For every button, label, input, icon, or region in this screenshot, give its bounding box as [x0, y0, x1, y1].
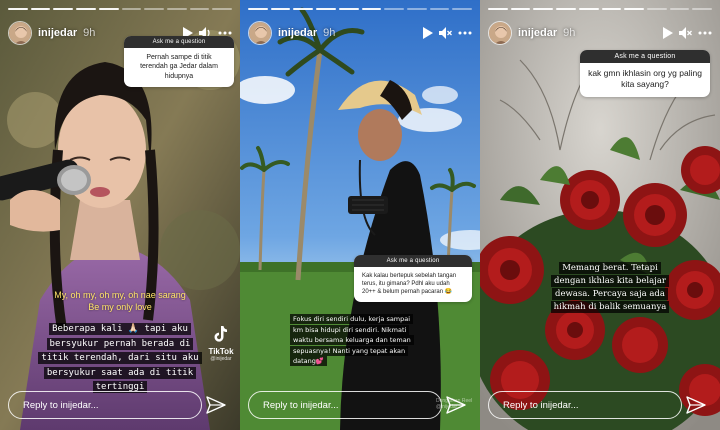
progress-bars [488, 8, 713, 10]
play-icon[interactable] [422, 27, 433, 39]
caption-line: sepuasnya! Nanti yang tepat akan [290, 345, 409, 356]
username[interactable]: inijedar [278, 27, 317, 39]
avatar[interactable] [248, 21, 272, 45]
progress-bar [533, 8, 554, 10]
more-options-icon[interactable] [458, 31, 472, 35]
caption-line: waktu bersama keluarga dan teman [290, 335, 414, 345]
progress-bar [624, 8, 644, 10]
progress-bar [601, 8, 622, 10]
story-header: inijedar 9h [488, 20, 712, 46]
progress-bar [384, 8, 404, 10]
username[interactable]: inijedar [518, 27, 557, 39]
progress-bar [361, 8, 382, 10]
story-time: 9h [83, 27, 96, 39]
lyric-line: My, oh my, oh my, oh nae sarang [54, 290, 186, 300]
progress-bar [248, 8, 268, 10]
progress-bar [510, 8, 531, 10]
question-sticker-header: Ask me a question [124, 36, 234, 48]
caption-line: hikmah di balik semuanya [550, 301, 670, 313]
story-panel-1[interactable]: inijedar 9h Ask me a question Pernah sam… [0, 0, 240, 430]
progress-bar [556, 8, 576, 10]
caption-line: Memang berat. Tetapi [559, 262, 661, 274]
story-time: 9h [563, 27, 576, 39]
lyrics-overlay: My, oh my, oh my, oh nae sarang Be my on… [10, 290, 230, 313]
muted-icon[interactable] [679, 27, 692, 39]
reply-input[interactable]: Reply to inijedar... [8, 391, 202, 419]
avatar[interactable] [488, 21, 512, 45]
answer-caption: Memang berat. Tetapi dengan ikhlas kita … [520, 262, 700, 314]
answer-caption: Fokus diri sendiri dulu, kerja sampai km… [290, 314, 440, 367]
story-header: inijedar 9h [248, 20, 472, 46]
progress-bar [669, 8, 690, 10]
progress-bar [30, 8, 51, 10]
progress-bar [488, 8, 508, 10]
caption-line: Beberapa kali 🙏🏻 tapi aku [49, 323, 191, 335]
progress-bar [98, 8, 119, 10]
progress-bar [212, 8, 233, 10]
answer-caption: Beberapa kali 🙏🏻 tapi aku bersyukur pern… [4, 322, 236, 395]
caption-line: bersyukur saat ada di titik [43, 366, 197, 379]
caption-line: bersyukur pernah berada di [46, 337, 194, 350]
progress-bar [406, 8, 427, 10]
question-sticker: Ask me a question Pernah sampe di titik … [124, 36, 234, 88]
progress-bar [189, 8, 210, 10]
story-panel-3[interactable]: inijedar 9h Ask me a question kak gmn ik… [480, 0, 720, 430]
progress-bar [429, 8, 450, 10]
progress-bars [248, 8, 473, 10]
question-sticker: Ask me a question Kak kalau bertepuk seb… [354, 255, 472, 303]
progress-bar [692, 8, 713, 10]
question-sticker: Ask me a question kak gmn ikhlasin org y… [580, 50, 710, 97]
progress-bar [578, 8, 599, 10]
more-options-icon[interactable] [698, 31, 712, 35]
reply-input[interactable]: Reply to inijedar... [248, 391, 442, 419]
caption-line: datang💕 [290, 356, 327, 366]
story-panel-2[interactable]: inijedar 9h Ask me a question Kak kalau … [240, 0, 480, 430]
caption-line: dewasa. Percaya saja ada [552, 288, 668, 300]
reply-input[interactable]: Reply to inijedar... [488, 391, 682, 419]
send-icon[interactable] [686, 396, 706, 414]
question-text: kak gmn ikhlasin org yg paling kita saya… [588, 68, 702, 90]
caption-line: titik terendah, dari situ aku [38, 352, 202, 364]
lyric-line: Be my only love [88, 301, 152, 312]
muted-icon[interactable] [439, 27, 452, 39]
progress-bar [316, 8, 336, 10]
more-options-icon[interactable] [218, 31, 232, 35]
progress-bar [121, 8, 142, 10]
question-sticker-header: Ask me a question [354, 255, 472, 267]
story-time: 9h [323, 27, 336, 39]
username[interactable]: inijedar [38, 27, 77, 39]
tiktok-username: @inijedar [210, 356, 232, 362]
progress-bar [8, 8, 28, 10]
avatar[interactable] [8, 21, 32, 45]
progress-bar [76, 8, 96, 10]
progress-bars [8, 8, 233, 10]
play-icon[interactable] [662, 27, 673, 39]
caption-line: dengan ikhlas kita belajar [551, 275, 669, 287]
tiktok-watermark: TikTok @inijedar [206, 326, 236, 362]
question-text: Pernah sampe di titik terendah ga Jedar … [140, 54, 218, 80]
progress-bar [646, 8, 667, 10]
tiktok-icon [214, 326, 227, 342]
send-icon[interactable] [206, 396, 226, 414]
question-sticker-header: Ask me a question [580, 50, 710, 63]
progress-bar [293, 8, 314, 10]
progress-bar [166, 8, 187, 10]
question-text: Kak kalau bertepuk sebelah tangan terus,… [362, 273, 457, 296]
progress-bar [452, 8, 473, 10]
progress-bar [144, 8, 164, 10]
progress-bar [338, 8, 359, 10]
send-icon[interactable] [446, 396, 466, 414]
progress-bar [270, 8, 291, 10]
caption-line: km bisa hidupi diri sendiri. Nikmati [290, 324, 410, 335]
tiktok-label: TikTok [208, 347, 234, 356]
caption-line: Fokus diri sendiri dulu, kerja sampai [290, 314, 414, 324]
progress-bar [53, 8, 74, 10]
